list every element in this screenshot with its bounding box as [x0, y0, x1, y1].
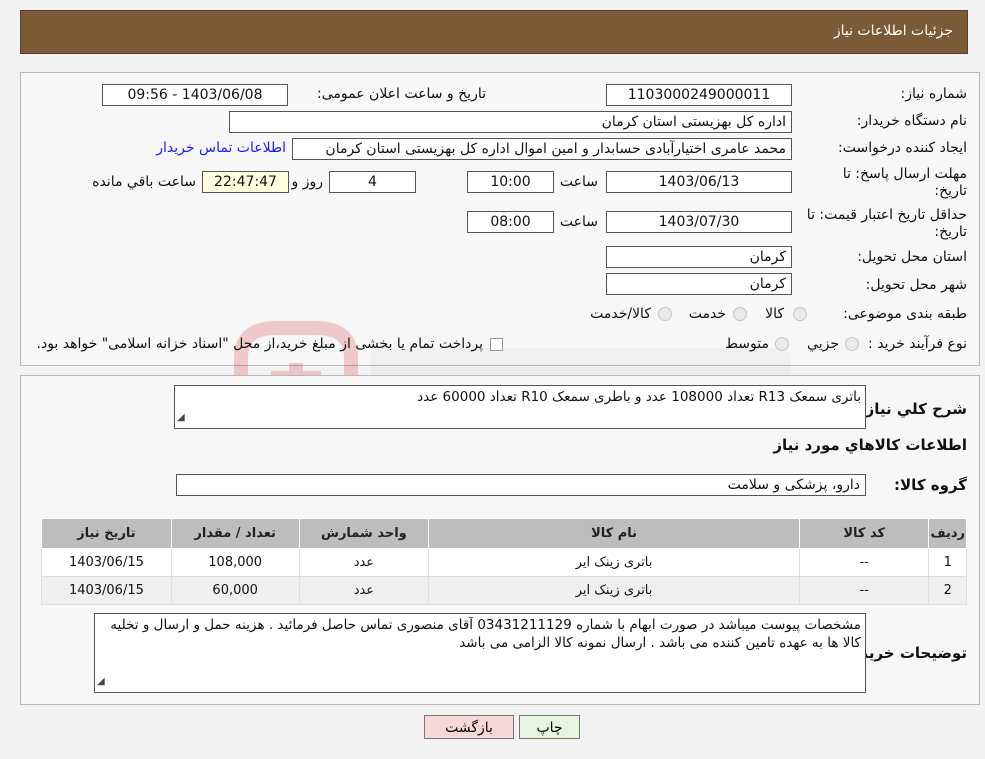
- validity-label: حداقل تاریخ اعتبار قیمت: تا: [806, 207, 967, 223]
- category-option-goods-service: کالا/خدمت: [590, 306, 651, 322]
- remaining-time-field: 22:47:47: [202, 171, 289, 193]
- page-header: جزئیات اطلاعات نیاز: [20, 10, 968, 54]
- cell-name: باتری زینک ایر: [428, 576, 800, 605]
- back-button[interactable]: بازگشت: [424, 715, 514, 739]
- goods-table: ردیف کد کالا نام کالا واحد شمارش تعداد /…: [41, 518, 967, 605]
- process-label: نوع فرآیند خرید :: [868, 336, 967, 352]
- need-info-panel: شماره نیاز: 1103000249000011 تاریخ و ساع…: [20, 72, 980, 428]
- deadline-time-label: ساعت: [559, 174, 598, 190]
- deadline-date-field: 1403/06/13: [606, 171, 792, 193]
- cell-unit: عدد: [298, 576, 430, 605]
- col-row: ردیف: [928, 518, 967, 549]
- cell-unit: عدد: [298, 548, 430, 577]
- category-radio-goods[interactable]: [793, 307, 807, 321]
- goods-panel: شرح کلي نياز: باتری سمعک R13 تعداد 10800…: [20, 375, 980, 705]
- cell-code: --: [798, 576, 930, 605]
- cell-need-date: 1403/06/15: [41, 548, 172, 577]
- process-option-minor: جزيي: [807, 336, 839, 352]
- col-unit: واحد شمارش: [298, 518, 430, 549]
- resize-handle-icon: ◢: [177, 412, 185, 423]
- category-option-service: خدمت: [688, 306, 726, 322]
- days-label: روز و: [291, 174, 324, 190]
- table-row: 2 -- باتری زینک ایر عدد 60,000 1403/06/1…: [41, 576, 967, 605]
- validity-time-label: ساعت: [559, 214, 598, 230]
- cell-row: 2: [928, 576, 967, 605]
- description-textarea: باتری سمعک R13 تعداد 108000 عدد و باطری …: [174, 385, 866, 429]
- cell-need-date: 1403/06/15: [41, 576, 172, 605]
- cell-name: باتری زینک ایر: [428, 548, 800, 577]
- announce-datetime-field: 1403/06/08 - 09:56: [102, 84, 288, 106]
- treasury-docs-checkbox[interactable]: [490, 338, 503, 351]
- buyer-org-field: اداره کل بهزیستی استان کرمان: [229, 111, 792, 133]
- goods-group-label: گروه کالا:: [894, 476, 967, 494]
- validity-date-field: 1403/07/30: [606, 211, 792, 233]
- buyer-contact-link[interactable]: اطلاعات تماس خریدار: [156, 140, 286, 156]
- city-field: کرمان: [606, 273, 792, 295]
- deadline-label-2: تاریخ:: [934, 183, 967, 199]
- buyer-notes-textarea: مشخصات پیوست میباشد در صورت ابهام با شما…: [94, 613, 866, 693]
- goods-group-field: دارو، پزشکی و سلامت: [176, 474, 866, 496]
- cell-row: 1: [928, 548, 967, 577]
- cell-quantity: 108,000: [170, 548, 300, 577]
- description-text: باتری سمعک R13 تعداد 108000 عدد و باطری …: [417, 389, 861, 405]
- goods-table-header: ردیف کد کالا نام کالا واحد شمارش تعداد /…: [41, 518, 967, 549]
- category-option-goods: کالا: [765, 306, 784, 322]
- process-radio-medium[interactable]: [775, 337, 789, 351]
- table-row: 1 -- باتری زینک ایر عدد 108,000 1403/06/…: [41, 548, 967, 577]
- cell-quantity: 60,000: [170, 576, 300, 605]
- requester-label: ایجاد کننده درخواست:: [838, 140, 967, 156]
- resize-handle-icon: ◢: [97, 676, 105, 687]
- category-radio-goods-service[interactable]: [658, 307, 672, 321]
- col-code: کد کالا: [798, 518, 930, 549]
- process-option-medium: متوسط: [725, 336, 769, 352]
- category-radio-service[interactable]: [733, 307, 747, 321]
- category-label: طبقه بندی موضوعی:: [843, 306, 967, 322]
- validity-time-field: 08:00: [467, 211, 554, 233]
- process-radio-minor[interactable]: [845, 337, 859, 351]
- page-title: جزئیات اطلاعات نیاز: [833, 23, 953, 39]
- cell-code: --: [798, 548, 930, 577]
- buyer-org-label: نام دستگاه خریدار:: [856, 113, 967, 129]
- col-quantity: تعداد / مقدار: [170, 518, 300, 549]
- need-number-field: 1103000249000011: [606, 84, 792, 106]
- col-name: نام کالا: [428, 518, 800, 549]
- col-need-date: تاریخ نیاز: [41, 518, 172, 549]
- city-label: شهر محل تحویل:: [865, 277, 967, 293]
- deadline-time-field: 10:00: [467, 171, 554, 193]
- province-field: کرمان: [606, 246, 792, 268]
- goods-section-title: اطلاعات کالاهاي مورد نياز: [773, 436, 967, 454]
- treasury-docs-note: پرداخت تمام یا بخشی از مبلغ خرید،از محل …: [36, 336, 483, 352]
- validity-label-2: تاریخ:: [934, 224, 967, 240]
- announce-label: تاریخ و ساعت اعلان عمومی:: [317, 86, 486, 102]
- print-button[interactable]: چاپ: [519, 715, 580, 739]
- need-number-label: شماره نیاز:: [900, 86, 968, 102]
- buyer-notes-text: مشخصات پیوست میباشد در صورت ابهام با شما…: [110, 617, 861, 651]
- deadline-label: مهلت ارسال پاسخ: تا: [842, 166, 967, 182]
- days-remaining-field: 4: [329, 171, 416, 193]
- requester-field: محمد عامری اختیارآبادی حسابدار و امین ام…: [292, 138, 792, 160]
- remaining-time-label: ساعت باقي مانده: [92, 174, 196, 190]
- description-label: شرح کلي نياز:: [859, 400, 967, 418]
- province-label: استان محل تحویل:: [857, 249, 967, 265]
